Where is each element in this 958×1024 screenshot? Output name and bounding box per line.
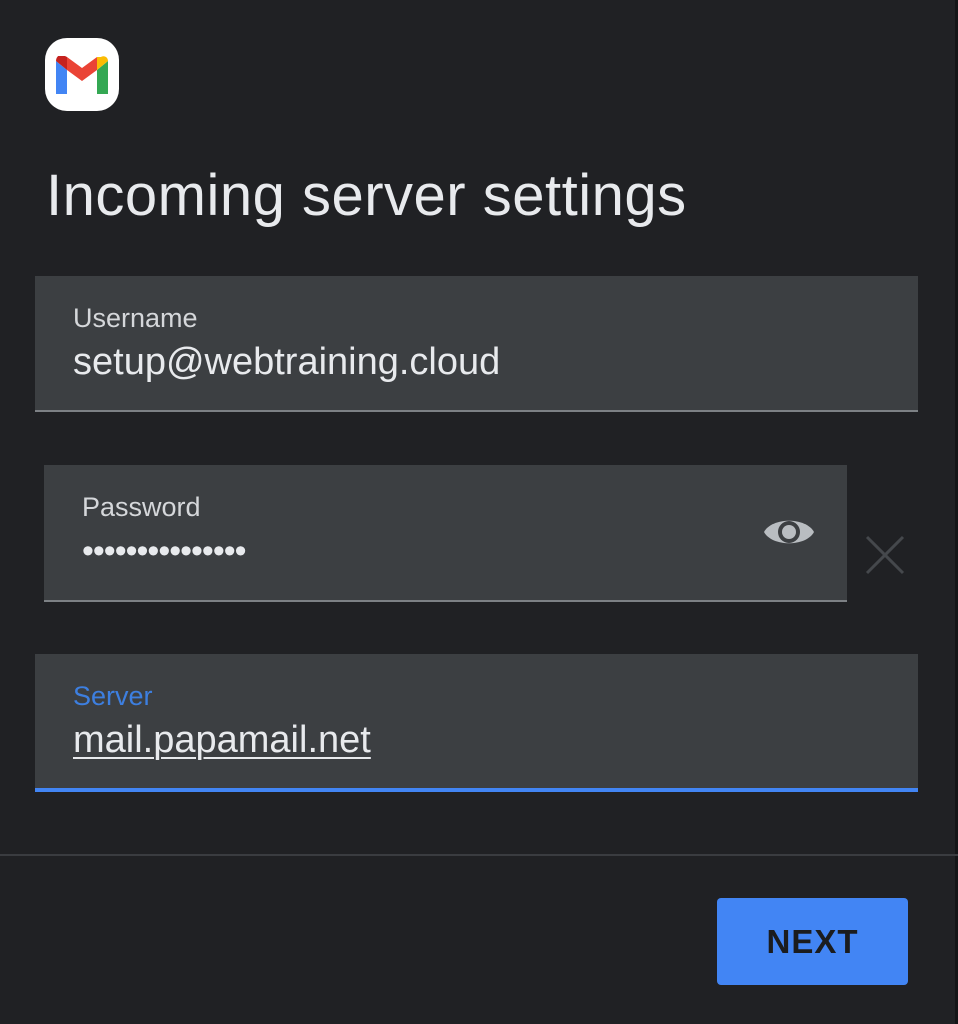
clear-password-button[interactable] <box>862 532 908 578</box>
server-field[interactable]: Server mail.papamail.net <box>35 654 918 792</box>
gmail-m-icon <box>56 56 108 94</box>
password-field[interactable]: Password ••••••••••••••• <box>44 465 847 602</box>
username-input[interactable]: setup@webtraining.cloud <box>73 340 500 384</box>
server-label: Server <box>73 681 153 711</box>
page-title: Incoming server settings <box>46 163 687 228</box>
footer-divider <box>0 854 958 856</box>
close-icon <box>865 535 905 575</box>
password-label: Password <box>82 492 201 522</box>
next-button[interactable]: NEXT <box>717 898 908 985</box>
username-label: Username <box>73 303 198 333</box>
eye-icon <box>764 520 814 544</box>
username-field[interactable]: Username setup@webtraining.cloud <box>35 276 918 412</box>
gmail-logo-icon <box>45 38 119 111</box>
show-password-toggle[interactable] <box>762 512 816 552</box>
server-input[interactable]: mail.papamail.net <box>73 718 371 762</box>
password-input[interactable]: ••••••••••••••• <box>82 529 247 573</box>
incoming-server-settings-screen: Incoming server settings Username setup@… <box>0 0 958 1024</box>
